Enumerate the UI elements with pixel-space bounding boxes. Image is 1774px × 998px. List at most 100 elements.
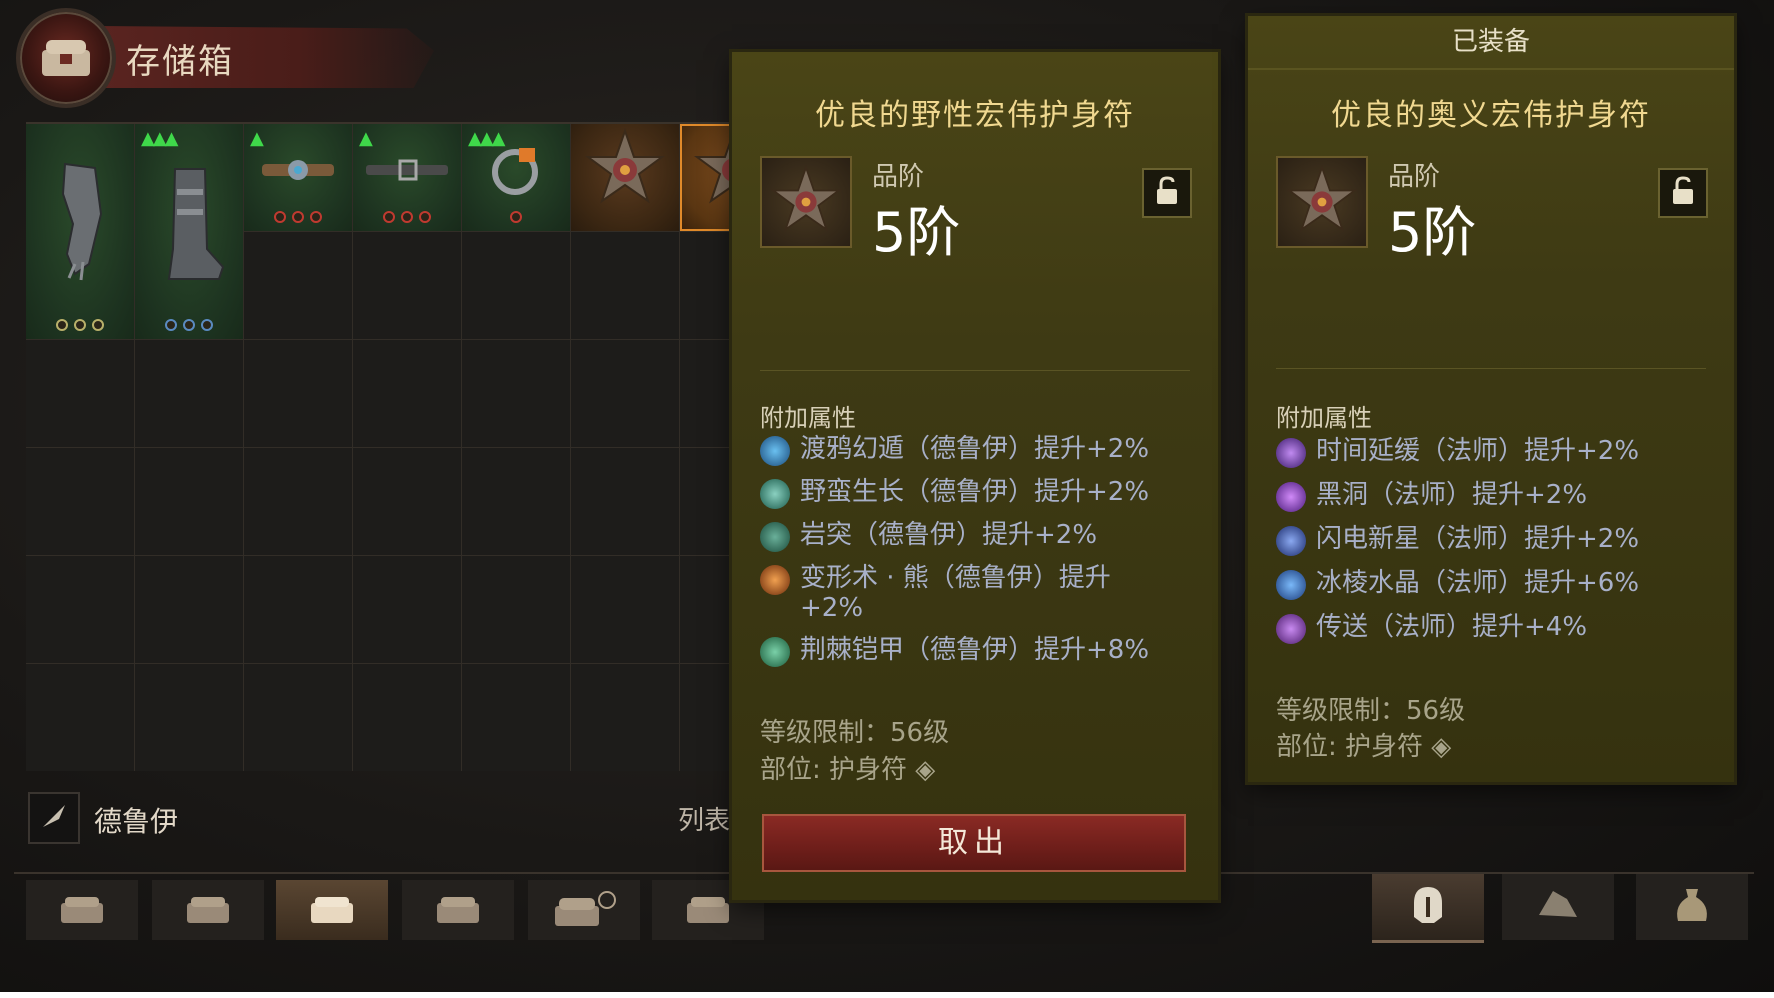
affix-row: 荆棘铠甲（德鲁伊）提升+8%: [760, 635, 1180, 667]
item-slot-amulet-belt[interactable]: ▲: [244, 124, 352, 231]
class-filter-button[interactable]: [28, 792, 80, 844]
item-slot-gloves[interactable]: [26, 124, 134, 339]
empty-slot[interactable]: [571, 664, 679, 771]
empty-slot[interactable]: [26, 448, 134, 555]
affix-row: 闪电新星（法师）提升+2%: [1276, 524, 1696, 556]
class-filter-label: 德鲁伊: [94, 805, 179, 838]
affix-row: 岩突（德鲁伊）提升+2%: [760, 520, 1180, 552]
chest-icon: [307, 893, 357, 927]
black-hole-icon: [1276, 482, 1306, 512]
item-tooltip-stash: 优良的野性宏伟护身符 品阶 5阶 附加属性 渡鸦幻遁（德鲁伊）提升+2% 野蛮生…: [732, 52, 1218, 900]
ornate-belt-icon: [258, 150, 338, 194]
empty-slot[interactable]: [571, 232, 679, 339]
materials-tab[interactable]: [1502, 874, 1614, 940]
stash-tab-4[interactable]: [402, 880, 514, 940]
item-slot-type: 部位: 护身符 ◈: [760, 755, 936, 785]
divider: [1276, 368, 1706, 369]
empty-slot[interactable]: [571, 340, 679, 447]
divider: [760, 370, 1190, 371]
stash-header: 存储箱: [16, 8, 436, 108]
affix-row: 冰棱水晶（法师）提升+6%: [1276, 568, 1696, 600]
amulet-thumbnail-icon: [1276, 156, 1368, 248]
empty-slot[interactable]: [244, 448, 352, 555]
bear-icon: [760, 565, 790, 595]
empty-slot[interactable]: [462, 340, 570, 447]
gauntlet-icon: [45, 154, 115, 288]
raven-icon: [760, 436, 790, 466]
empty-slot[interactable]: [353, 448, 461, 555]
tier-value: 5阶: [1388, 201, 1477, 264]
item-slot-amulet[interactable]: [571, 124, 679, 231]
empty-slot[interactable]: [135, 340, 243, 447]
bag-icon: [1672, 883, 1712, 931]
stash-tab-3[interactable]: [276, 880, 388, 940]
stash-grid: ▲▲▲ ▲ ▲ ▲▲▲: [26, 124, 788, 771]
empty-slot[interactable]: [353, 340, 461, 447]
chest-icon: [683, 893, 733, 927]
slow-time-icon: [1276, 438, 1306, 468]
page-title: 存储箱: [126, 42, 234, 82]
stash-tab-2[interactable]: [152, 880, 264, 940]
empty-slot[interactable]: [244, 556, 352, 663]
chest-emblem-icon: [16, 8, 116, 108]
empty-slot[interactable]: [462, 664, 570, 771]
ring-icon: [481, 140, 551, 204]
amulet-icon: [582, 127, 668, 217]
empty-slot[interactable]: [244, 340, 352, 447]
bottom-edge: [0, 992, 1774, 998]
affix-row: 野蛮生长（德鲁伊）提升+2%: [760, 477, 1180, 509]
affix-section-label: 附加属性: [1276, 404, 1372, 432]
empty-slot[interactable]: [244, 232, 352, 339]
empty-slot[interactable]: [26, 556, 134, 663]
empty-slot[interactable]: [353, 664, 461, 771]
empty-slot[interactable]: [462, 448, 570, 555]
stash-tab-5[interactable]: [528, 880, 640, 940]
chest-icon: [57, 893, 107, 927]
item-slot-boots[interactable]: ▲▲▲: [135, 124, 243, 339]
lightning-nova-icon: [1276, 526, 1306, 556]
empty-slot[interactable]: [353, 232, 461, 339]
equipment-tab[interactable]: [1372, 874, 1484, 943]
stash-tab-1[interactable]: [26, 880, 138, 940]
level-requirement: 等级限制：56级: [760, 718, 950, 748]
empty-slot[interactable]: [26, 340, 134, 447]
empty-slot[interactable]: [26, 664, 134, 771]
item-slot-belt[interactable]: ▲: [353, 124, 461, 231]
empty-slot[interactable]: [462, 556, 570, 663]
item-slot-type: 部位: 护身符 ◈: [1276, 732, 1452, 762]
affix-row: 传送（法师）提升+4%: [1276, 612, 1696, 644]
empty-slot[interactable]: [571, 556, 679, 663]
helmet-icon: [1408, 883, 1448, 931]
upgrade-arrow-icon: ▲: [250, 128, 264, 149]
lock-toggle[interactable]: [1658, 168, 1708, 218]
item-slot-ring[interactable]: ▲▲▲: [462, 124, 570, 231]
stash-grid-frame: ▲▲▲ ▲ ▲ ▲▲▲: [26, 122, 788, 771]
empty-slot[interactable]: [462, 232, 570, 339]
empty-slot[interactable]: [571, 448, 679, 555]
unlock-icon: [1670, 176, 1696, 210]
empty-slot[interactable]: [135, 448, 243, 555]
boots-icon: [149, 149, 229, 293]
equipped-label: 已装备: [1248, 16, 1734, 70]
boulder-icon: [760, 522, 790, 552]
affix-row: 黑洞（法师）提升+2%: [1276, 480, 1696, 512]
empty-slot[interactable]: [244, 664, 352, 771]
empty-slot[interactable]: [353, 556, 461, 663]
teleport-icon: [1276, 614, 1306, 644]
upgrade-arrows-icon: ▲▲▲: [141, 128, 179, 149]
list-view-toggle[interactable]: 列表: [678, 800, 730, 837]
item-name: 优良的奥义宏伟护身符: [1331, 98, 1651, 133]
lock-toggle[interactable]: [1142, 168, 1192, 218]
chest-icon: [183, 893, 233, 927]
socket-row: [353, 211, 461, 223]
affix-row: 变形术 · 熊（德鲁伊）提升 +2%: [760, 563, 1180, 623]
empty-slot[interactable]: [135, 664, 243, 771]
affix-row: 时间延缓（法师）提升+2%: [1276, 436, 1696, 468]
level-requirement: 等级限制：56级: [1276, 696, 1466, 726]
take-out-button[interactable]: 取出: [762, 814, 1186, 872]
empty-slot[interactable]: [135, 556, 243, 663]
ice-crystal-icon: [1276, 570, 1306, 600]
ore-icon: [1533, 885, 1583, 929]
bag-tab[interactable]: [1636, 874, 1748, 940]
thorns-icon: [760, 637, 790, 667]
